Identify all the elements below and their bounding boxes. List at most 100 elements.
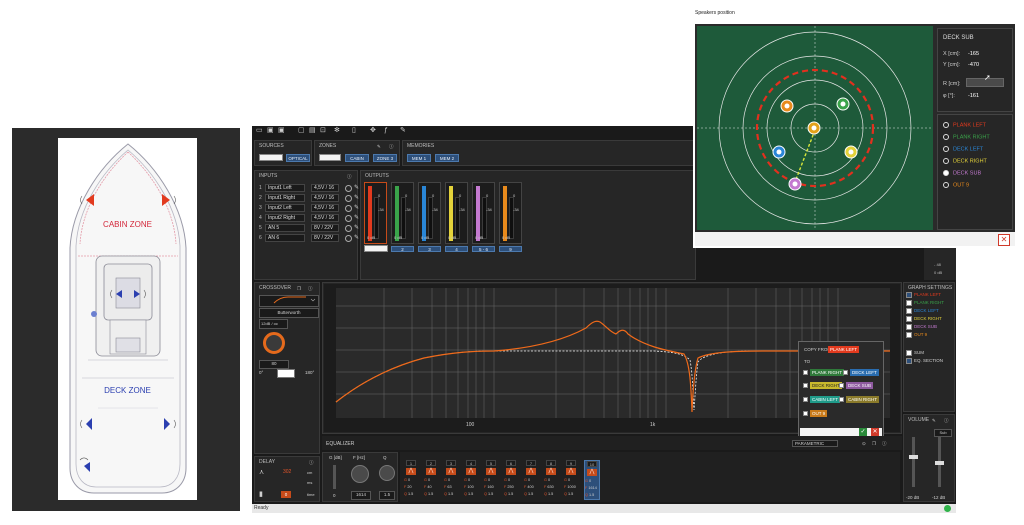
copy-target-checkbox[interactable] bbox=[839, 397, 844, 402]
eq-band-frequency[interactable]: F 40 bbox=[424, 485, 432, 489]
input-name[interactable]: Input1 Right bbox=[265, 194, 305, 202]
speaker-list-item-deck-left[interactable]: DECK LEFT bbox=[943, 146, 983, 152]
input-gain[interactable]: 4,5V / 16 bbox=[311, 194, 339, 202]
graph-setting-checkbox[interactable] bbox=[906, 292, 912, 298]
peaking-filter-icon[interactable]: ⋀ bbox=[426, 468, 436, 475]
zone-cabin-button[interactable]: CABIN bbox=[345, 154, 369, 162]
paste-icon[interactable]: ▤ bbox=[309, 127, 316, 134]
zones-pen-icon[interactable]: ✎ bbox=[377, 143, 381, 150]
copy-target-cabin-right[interactable]: CABIN RIGHT bbox=[846, 396, 880, 403]
input-gain[interactable]: 8V / 22V bbox=[311, 234, 339, 242]
input-name[interactable]: AN 5 bbox=[265, 224, 305, 232]
eq-band-frequency[interactable]: F 20 bbox=[404, 485, 412, 489]
input-radio[interactable] bbox=[345, 185, 352, 192]
input-row-5[interactable]: 5 AN 5 8V / 22V ✎ bbox=[259, 224, 363, 233]
settings-icon[interactable]: ✻ bbox=[334, 127, 340, 134]
link-icon[interactable]: ⊡ bbox=[320, 127, 326, 134]
memory-2-button[interactable]: MEM 2 bbox=[435, 154, 459, 162]
zone-3-button[interactable]: ZONE 3 bbox=[373, 154, 397, 162]
input-edit-icon[interactable]: ✎ bbox=[354, 184, 359, 191]
eq-band-gain[interactable]: G 0 bbox=[464, 478, 470, 482]
speaker-radio[interactable] bbox=[943, 170, 949, 176]
frequency-value[interactable]: 1614 bbox=[351, 491, 371, 500]
eq-band-q[interactable]: Q 1.5 bbox=[504, 492, 513, 496]
y-coordinate-value[interactable]: -470 bbox=[968, 62, 979, 68]
output-strip-3[interactable]: 0 -34 0 dB bbox=[418, 182, 441, 244]
copy-target-checkbox[interactable] bbox=[803, 397, 808, 402]
q-value[interactable]: 1.5 bbox=[379, 491, 395, 500]
open-folder-icon[interactable]: ▭ bbox=[256, 127, 263, 134]
speaker-list-item-deck-sub[interactable]: DECK SUB bbox=[943, 170, 981, 176]
copy-target-checkbox[interactable] bbox=[803, 383, 808, 388]
input-edit-icon[interactable]: ✎ bbox=[354, 234, 359, 241]
peaking-filter-icon[interactable]: ⋀ bbox=[466, 468, 476, 475]
eq-band-q[interactable]: Q 1.5 bbox=[564, 492, 573, 496]
frequency-knob[interactable] bbox=[263, 332, 285, 354]
copy-target-checkbox[interactable] bbox=[803, 411, 808, 416]
output-channel-button-3[interactable]: 3 bbox=[418, 246, 441, 252]
eq-band-gain[interactable]: G 0 bbox=[404, 478, 410, 482]
eq-help-icon[interactable]: ⓘ bbox=[882, 440, 887, 447]
speaker-radio[interactable] bbox=[943, 122, 949, 128]
eq-band-7[interactable]: 7 ⋀ G 0 F 400 Q 1.5 bbox=[524, 460, 538, 498]
eq-band-frequency[interactable]: F 160 bbox=[484, 485, 494, 489]
eq-band-q[interactable]: Q 1.5 bbox=[585, 493, 594, 497]
output-strip-5[interactable]: 0 -34 0 dB bbox=[472, 182, 495, 244]
inputs-help-icon[interactable]: ⓘ bbox=[347, 173, 352, 180]
master-volume-handle[interactable] bbox=[909, 455, 918, 459]
eq-band-gain[interactable]: G 0 bbox=[564, 478, 570, 482]
input-name[interactable]: AN 6 bbox=[265, 234, 305, 242]
output-strip-6[interactable]: 0 -34 0 dB bbox=[499, 182, 522, 244]
zones-help-icon[interactable]: ⓘ bbox=[389, 143, 394, 150]
copy-icon[interactable]: ▢ bbox=[298, 127, 305, 134]
graph-setting-plank-left[interactable]: PLANK LEFT bbox=[906, 292, 941, 298]
volume-sub-value[interactable]: Sub bbox=[934, 429, 952, 437]
graph-sum-option[interactable]: SUM bbox=[906, 350, 924, 356]
peaking-filter-icon[interactable]: ⋀ bbox=[506, 468, 516, 475]
eq-band-frequency[interactable]: F 100 bbox=[464, 485, 474, 489]
eq-band-frequency[interactable]: F 630 bbox=[544, 485, 554, 489]
eq-band-frequency[interactable]: F 1614 bbox=[585, 486, 597, 490]
eq-band-gain[interactable]: G 0 bbox=[504, 478, 510, 482]
save-as-icon[interactable]: ▣ bbox=[278, 127, 285, 134]
graph-eq-section-option[interactable]: EQ. SECTION bbox=[906, 358, 943, 364]
input-gain[interactable]: 4,5V / 16 bbox=[311, 204, 339, 212]
eq-band-q[interactable]: Q 1.5 bbox=[544, 492, 553, 496]
input-gain[interactable]: 8V / 22V bbox=[311, 224, 339, 232]
eq-band-frequency[interactable]: F 400 bbox=[524, 485, 534, 489]
input-row-1[interactable]: 1 Input1 Left 4,5V / 16 ✎ bbox=[259, 184, 363, 193]
graph-setting-checkbox[interactable] bbox=[906, 308, 912, 314]
input-radio[interactable] bbox=[345, 205, 352, 212]
source-optical-button[interactable]: OPTICAL bbox=[286, 154, 310, 162]
input-gain[interactable]: 4,5V / 16 bbox=[311, 184, 339, 192]
delay-help-icon[interactable]: ⓘ bbox=[309, 459, 314, 466]
confirm-copy-icon[interactable]: ✓ bbox=[859, 428, 867, 436]
slope-dropdown[interactable]: 12dB / oc bbox=[259, 319, 288, 329]
eq-band-q[interactable]: Q 1.5 bbox=[484, 492, 493, 496]
output-strip-4[interactable]: 0 -34 0 dB bbox=[445, 182, 468, 244]
equalizer-mode-dropdown[interactable]: PARAMETRIC bbox=[792, 440, 838, 447]
input-gain[interactable]: 4,5V / 16 bbox=[311, 214, 339, 222]
eq-band-q[interactable]: Q 1.5 bbox=[464, 492, 473, 496]
eq-band-q[interactable]: Q 1.5 bbox=[524, 492, 533, 496]
input-name[interactable]: Input2 Left bbox=[265, 204, 305, 212]
crossover-type-selector[interactable] bbox=[259, 295, 319, 307]
memory-1-button[interactable]: MEM 1 bbox=[407, 154, 431, 162]
copy-target-checkbox[interactable] bbox=[843, 370, 848, 375]
peaking-filter-icon[interactable]: ⋀ bbox=[446, 468, 456, 475]
input-name[interactable]: Input1 Left bbox=[265, 184, 305, 192]
input-radio[interactable] bbox=[345, 195, 352, 202]
copy-target-out-9[interactable]: OUT 9 bbox=[810, 410, 828, 417]
input-edit-icon[interactable]: ✎ bbox=[354, 194, 359, 201]
input-edit-icon[interactable]: ✎ bbox=[354, 224, 359, 231]
eq-band-gain[interactable]: G 0 bbox=[484, 478, 490, 482]
phase-toggle[interactable] bbox=[277, 369, 295, 378]
output-channel-button-6[interactable]: 9 bbox=[499, 246, 522, 252]
eq-band-10[interactable]: 10 ⋀ G 0 F 1614 Q 1.5 bbox=[584, 460, 600, 500]
eq-band-q[interactable]: Q 1.5 bbox=[404, 492, 413, 496]
eq-band-q[interactable]: Q 1.5 bbox=[424, 492, 433, 496]
output-strip-1[interactable]: 0 -34 0 dB bbox=[364, 182, 387, 244]
output-channel-button-2[interactable]: 2 bbox=[391, 246, 414, 252]
close-speakers-window-icon[interactable]: ✕ bbox=[998, 234, 1010, 246]
eq-reset-icon[interactable]: ⊙ bbox=[862, 440, 866, 447]
